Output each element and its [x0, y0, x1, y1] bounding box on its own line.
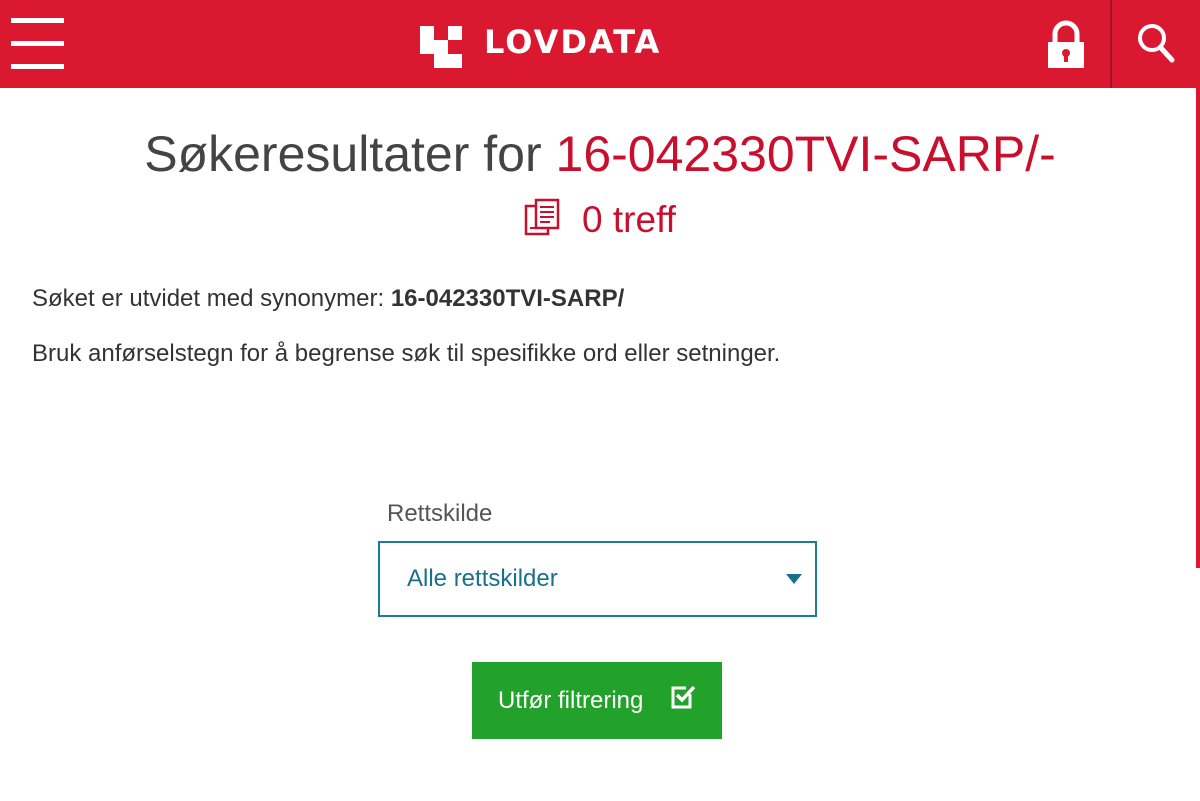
- lovdata-logo[interactable]: LOVDATA: [420, 22, 680, 68]
- hamburger-menu-icon-bar: [11, 41, 64, 46]
- login-button[interactable]: [1044, 20, 1088, 68]
- search-hint: Bruk anførselstegn for å begrense søk ti…: [32, 340, 781, 367]
- title-prefix: Søkeresultater for: [144, 126, 542, 182]
- hit-count: 0 treff: [0, 198, 1200, 242]
- hamburger-menu-icon-bar: [11, 64, 64, 69]
- caret-down-icon: [786, 574, 802, 584]
- documents-icon: [524, 198, 560, 236]
- hamburger-menu-icon: [11, 18, 64, 23]
- hit-count-wrapper: 0 treff: [524, 198, 676, 242]
- lock-icon: [1048, 20, 1084, 68]
- apply-filter-button[interactable]: Utfør filtrering: [472, 662, 722, 739]
- synonyms-info: Søket er utvidet med synonymer: 16-04233…: [32, 284, 624, 314]
- source-filter-value: Alle rettskilder: [407, 565, 558, 592]
- synonyms-value: 16-042330TVI-SARP/: [390, 285, 625, 312]
- brand-name: LOVDATA: [484, 23, 662, 61]
- page-title: Søkeresultater for 16-042330TVI-SARP/-: [0, 124, 1200, 184]
- apply-filter-label: Utfør filtrering: [498, 687, 644, 714]
- source-filter-label: Rettskilde: [387, 500, 493, 527]
- checkbox-check-icon: [671, 685, 696, 709]
- search-query: 16-042330TVI-SARP/-: [555, 126, 1056, 182]
- top-header: LOVDATA: [0, 0, 1200, 88]
- lovdata-logo-icon: [420, 26, 462, 68]
- hit-count-text: 0 treff: [582, 199, 676, 240]
- source-filter-select[interactable]: Alle rettskilder: [378, 541, 817, 617]
- search-button[interactable]: [1112, 0, 1200, 88]
- synonyms-label: Søket er utvidet med synonymer:: [32, 285, 385, 312]
- search-icon: [1138, 24, 1175, 63]
- menu-button[interactable]: [0, 0, 76, 88]
